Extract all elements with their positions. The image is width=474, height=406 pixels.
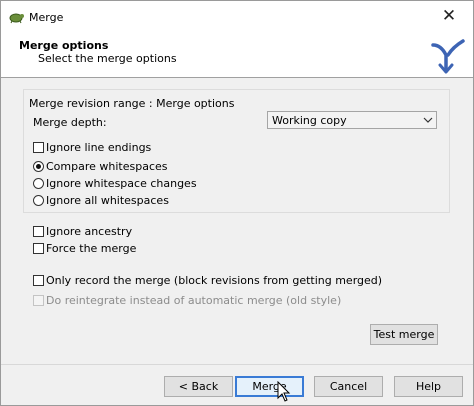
tortoise-app-icon	[9, 13, 24, 24]
ignore-all-whitespaces-radio[interactable]	[33, 195, 44, 206]
reintegrate-checkbox	[33, 295, 44, 306]
merge-depth-select[interactable]: Working copy	[267, 111, 437, 129]
compare-whitespaces-label[interactable]: Compare whitespaces	[46, 160, 168, 173]
ignore-line-endings-checkbox[interactable]	[33, 142, 44, 153]
window-title: Merge	[29, 11, 64, 24]
cancel-button[interactable]: Cancel	[314, 376, 383, 397]
ignore-all-whitespaces-label[interactable]: Ignore all whitespaces	[46, 194, 169, 207]
ignore-whitespace-changes-label[interactable]: Ignore whitespace changes	[46, 177, 197, 190]
page-title: Merge options	[19, 39, 109, 52]
force-merge-label[interactable]: Force the merge	[46, 242, 136, 255]
page-subtitle: Select the merge options	[38, 52, 177, 65]
footer-divider	[1, 364, 473, 365]
merge-dialog: Merge ✕ Merge options Select the merge o…	[0, 0, 474, 406]
back-button[interactable]: < Back	[164, 376, 233, 397]
merge-depth-value: Working copy	[272, 114, 347, 127]
chevron-down-icon	[423, 117, 433, 123]
ignore-ancestry-label[interactable]: Ignore ancestry	[46, 225, 132, 238]
mouse-pointer-icon	[277, 381, 291, 402]
ignore-whitespace-changes-radio[interactable]	[33, 178, 44, 189]
title-bar: Merge ✕	[1, 1, 473, 33]
force-merge-checkbox[interactable]	[33, 243, 44, 254]
close-button[interactable]: ✕	[439, 6, 459, 26]
merge-depth-label: Merge depth:	[33, 116, 107, 129]
reintegrate-label: Do reintegrate instead of automatic merg…	[46, 294, 342, 307]
only-record-label[interactable]: Only record the merge (block revisions f…	[46, 274, 382, 287]
test-merge-button[interactable]: Test merge	[370, 324, 438, 345]
merge-button[interactable]: Merge	[235, 376, 304, 397]
compare-whitespaces-radio[interactable]	[33, 161, 44, 172]
group-legend: Merge revision range : Merge options	[29, 97, 235, 110]
only-record-checkbox[interactable]	[33, 275, 44, 286]
merge-logo-icon	[431, 39, 465, 74]
wizard-header: Merge options Select the merge options	[1, 33, 473, 78]
help-button[interactable]: Help	[394, 376, 463, 397]
ignore-ancestry-checkbox[interactable]	[33, 226, 44, 237]
ignore-line-endings-label[interactable]: Ignore line endings	[46, 141, 151, 154]
